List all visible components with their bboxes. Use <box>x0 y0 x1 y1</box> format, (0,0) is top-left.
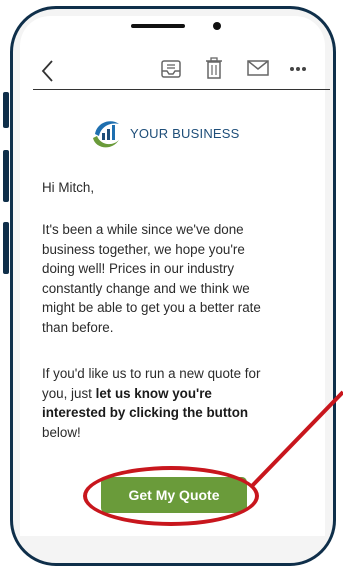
text-line: If you'd like us to run a new quote for <box>42 366 261 381</box>
email-paragraph-2: If you'd like us to run a new quote for … <box>42 364 332 442</box>
chevron-left-icon[interactable] <box>40 58 56 84</box>
brand-name: YOUR BUSINESS <box>130 125 240 141</box>
logo-mark-icon <box>93 121 119 148</box>
text-line: doing well! Prices in our industry <box>42 261 235 276</box>
trash-icon[interactable] <box>205 56 223 80</box>
text-line: business together, we hope you're <box>42 241 245 257</box>
text-line: constantly change and we think we <box>42 280 250 296</box>
text-line: below! <box>42 424 81 440</box>
speaker-icon <box>131 24 185 28</box>
text-line: than before. <box>42 319 114 335</box>
highlight-circle <box>83 466 259 526</box>
phone-side-button <box>3 222 9 274</box>
text-line: you, just let us know you're <box>42 384 332 404</box>
camera-icon <box>213 22 221 30</box>
email-greeting: Hi Mitch, <box>42 180 95 195</box>
email-paragraph-1: It's been a while since we've done busin… <box>42 220 332 337</box>
emphasis-text: interested by clicking the button <box>42 405 249 420</box>
text-line: interested by clicking the button <box>42 403 332 423</box>
emphasis-text: let us know you're <box>95 385 212 401</box>
text-span: you, just <box>42 385 96 401</box>
text-line: It's been a while since we've done <box>42 222 244 237</box>
mail-icon[interactable] <box>247 60 269 76</box>
brand-logo: YOUR BUSINESS <box>89 116 240 150</box>
toolbar-divider <box>33 89 330 90</box>
inbox-icon[interactable] <box>160 58 182 80</box>
more-icon[interactable] <box>289 66 307 72</box>
phone-side-button <box>3 92 9 128</box>
phone-side-button <box>3 150 9 202</box>
text-line: might be able to get you a better rate <box>42 300 261 315</box>
